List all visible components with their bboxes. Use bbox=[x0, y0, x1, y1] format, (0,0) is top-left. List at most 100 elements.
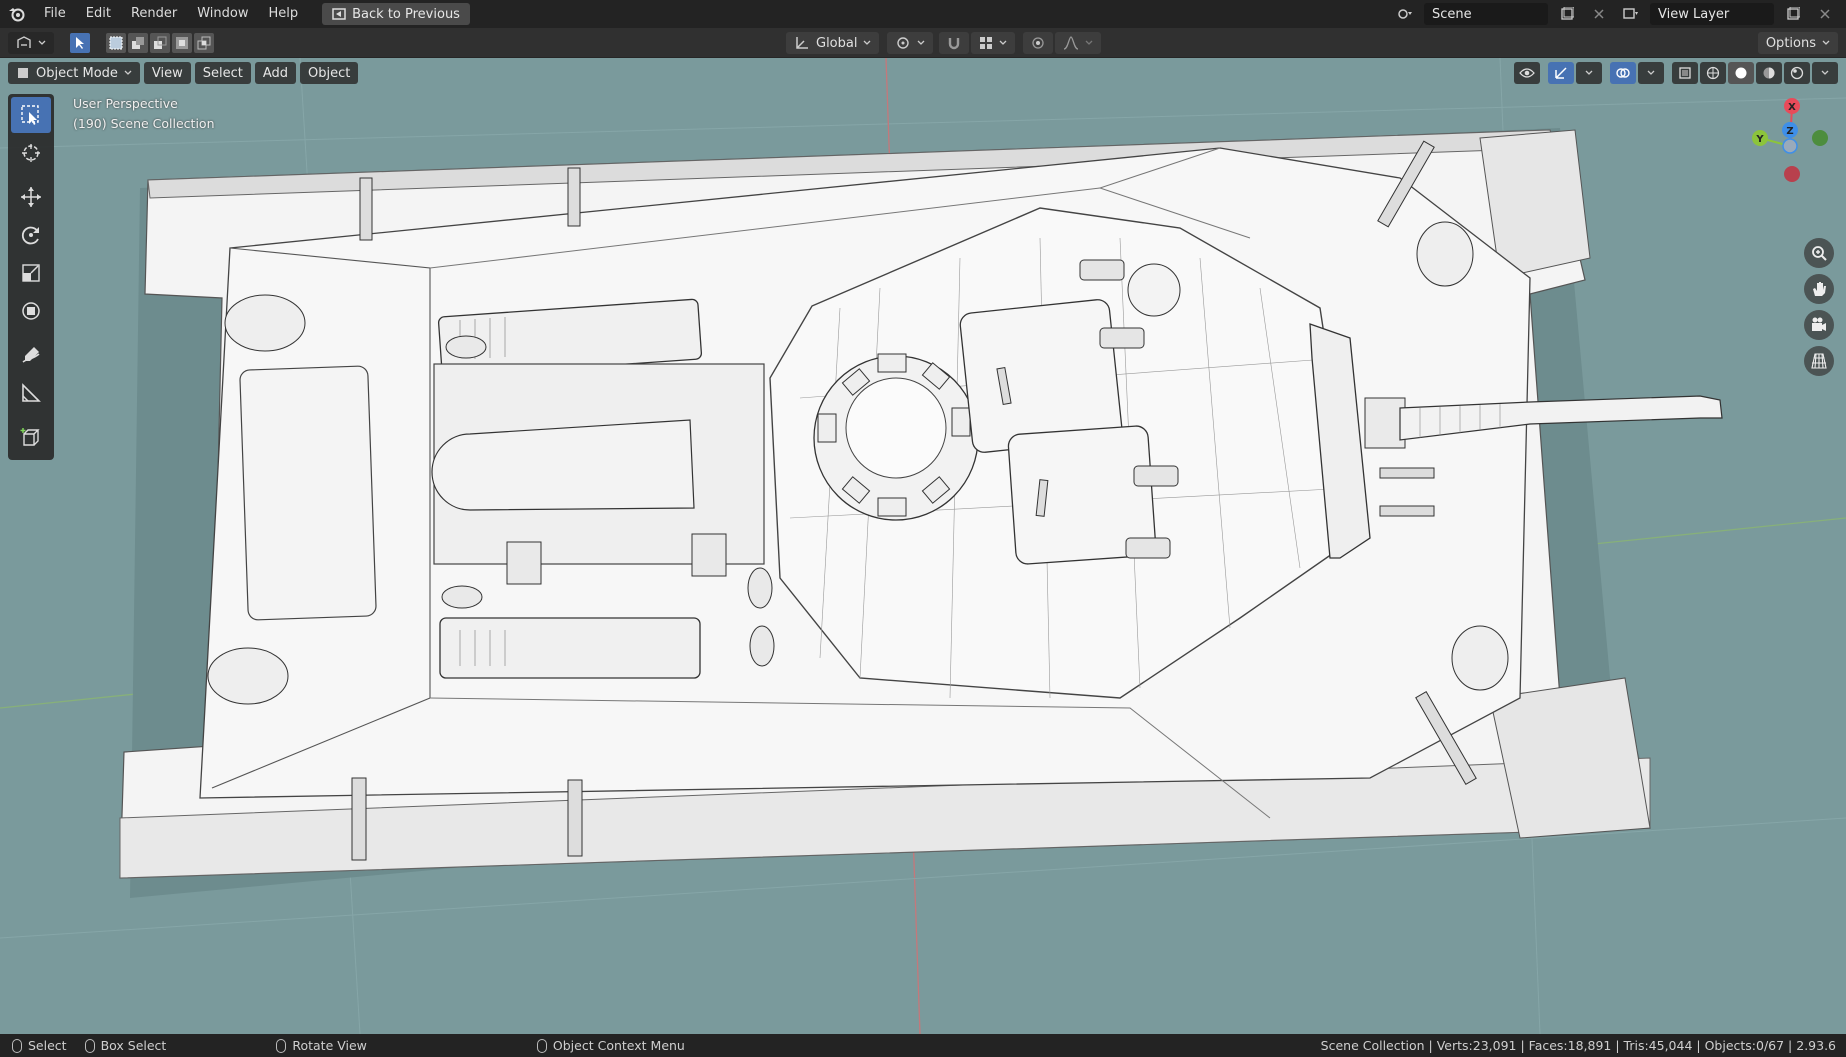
proportional-editing-toggle[interactable] bbox=[1023, 32, 1054, 54]
chevron-down-icon bbox=[1822, 40, 1830, 45]
object-menu[interactable]: Object bbox=[300, 62, 359, 84]
menu-edit[interactable]: Edit bbox=[76, 0, 121, 28]
transform-orientation-dropdown[interactable]: Global bbox=[786, 32, 880, 54]
new-scene-icon[interactable] bbox=[1554, 3, 1580, 25]
annotate-tool-icon[interactable] bbox=[11, 337, 51, 373]
back-to-previous-button[interactable]: Back to Previous bbox=[322, 3, 470, 25]
select-intersect-icon[interactable] bbox=[194, 33, 214, 53]
scene-viewlayer-selectors: Scene View Layer bbox=[1392, 0, 1846, 28]
select-new-icon[interactable] bbox=[106, 33, 126, 53]
drag-mouse-icon bbox=[84, 1038, 95, 1053]
gizmo-toggle-icon[interactable] bbox=[1548, 62, 1574, 84]
select-extend-icon[interactable] bbox=[128, 33, 148, 53]
overlays-toggle-icon[interactable] bbox=[1610, 62, 1636, 84]
blender-logo-icon[interactable] bbox=[0, 0, 34, 28]
menu-help[interactable]: Help bbox=[259, 0, 309, 28]
view-menu[interactable]: View bbox=[143, 62, 191, 84]
chevron-down-icon bbox=[38, 40, 46, 45]
options-dropdown[interactable]: Options bbox=[1757, 32, 1838, 54]
screen-back-icon bbox=[332, 8, 346, 20]
object-mode-label: Object Mode bbox=[36, 65, 118, 81]
magnet-icon bbox=[949, 38, 960, 50]
chevron-down-icon bbox=[1086, 40, 1093, 45]
solid-shading-icon[interactable] bbox=[1728, 62, 1754, 84]
cursor-tool-icon[interactable] bbox=[11, 135, 51, 171]
tweak-tool-icon[interactable] bbox=[70, 33, 90, 53]
wireframe-shading-icon[interactable] bbox=[1700, 62, 1726, 84]
chevron-down-icon bbox=[864, 40, 871, 45]
falloff-curve-icon bbox=[1064, 36, 1079, 50]
measure-tool-icon[interactable] bbox=[11, 375, 51, 411]
snap-target-dropdown[interactable] bbox=[971, 32, 1016, 54]
proportional-editing-icon bbox=[1032, 37, 1045, 49]
status-select: Select bbox=[12, 1038, 67, 1053]
overlays-dropdown-icon[interactable] bbox=[1638, 62, 1664, 84]
view-layer-browse-icon[interactable] bbox=[1618, 3, 1644, 25]
navigation-gizmo[interactable]: X Y Z bbox=[1736, 88, 1836, 188]
gizmo-neg-x[interactable] bbox=[1784, 166, 1800, 182]
move-tool-icon[interactable] bbox=[11, 179, 51, 215]
middle-mouse-icon bbox=[276, 1038, 287, 1053]
menu-file[interactable]: File bbox=[34, 0, 76, 28]
new-view-layer-icon[interactable] bbox=[1780, 3, 1806, 25]
snap-toggle[interactable] bbox=[939, 32, 970, 54]
pan-hand-icon[interactable] bbox=[1804, 274, 1834, 304]
zoom-icon[interactable] bbox=[1804, 238, 1834, 268]
delete-view-layer-icon[interactable] bbox=[1812, 3, 1838, 25]
options-group: Options bbox=[1757, 31, 1838, 55]
status-bar: Select Box Select Rotate View Object Con… bbox=[0, 1034, 1846, 1057]
delete-scene-icon[interactable] bbox=[1586, 3, 1612, 25]
add-menu[interactable]: Add bbox=[254, 62, 297, 84]
navigation-buttons bbox=[1804, 238, 1834, 376]
editor-type-button[interactable] bbox=[8, 32, 54, 54]
rotate-tool-icon[interactable] bbox=[11, 217, 51, 253]
back-to-previous-label: Back to Previous bbox=[352, 6, 460, 22]
object-mode-dropdown[interactable]: Object Mode bbox=[8, 62, 140, 84]
status-select-label: Select bbox=[28, 1038, 67, 1053]
status-context-menu: Object Context Menu bbox=[536, 1038, 685, 1053]
scene-statistics: Scene Collection | Verts:23,091 | Faces:… bbox=[1320, 1038, 1836, 1053]
view-layer-name-field[interactable]: View Layer bbox=[1650, 3, 1774, 25]
3d-viewport[interactable]: Object Mode View Select Add Object User … bbox=[0, 58, 1846, 1034]
right-mouse-icon bbox=[536, 1038, 547, 1053]
chevron-down-icon bbox=[1000, 40, 1007, 45]
menu-render[interactable]: Render bbox=[121, 0, 187, 28]
viewport-shading-controls bbox=[1514, 62, 1838, 84]
transform-settings-group: Global bbox=[786, 31, 1102, 55]
gizmo-neg-y[interactable] bbox=[1812, 130, 1828, 146]
transform-tool-icon[interactable] bbox=[11, 293, 51, 329]
xray-toggle-icon[interactable] bbox=[1672, 62, 1698, 84]
select-menu[interactable]: Select bbox=[194, 62, 251, 84]
orientation-axes-icon bbox=[796, 37, 808, 49]
status-box-select: Box Select bbox=[84, 1038, 166, 1053]
pivot-point-dropdown[interactable] bbox=[887, 32, 934, 54]
menu-window[interactable]: Window bbox=[187, 0, 258, 28]
gizmo-x-label: X bbox=[1788, 102, 1796, 113]
camera-view-icon[interactable] bbox=[1804, 310, 1834, 340]
scene-name-field[interactable]: Scene bbox=[1424, 3, 1548, 25]
add-cube-tool-icon[interactable] bbox=[11, 419, 51, 455]
gizmo-dropdown-icon[interactable] bbox=[1576, 62, 1602, 84]
scale-tool-icon[interactable] bbox=[11, 255, 51, 291]
gizmo-neg-z[interactable] bbox=[1782, 138, 1798, 154]
3d-viewport-icon bbox=[17, 36, 31, 48]
top-menubar: File Edit Render Window Help Back to Pre… bbox=[0, 0, 1846, 28]
collection-label: (190) Scene Collection bbox=[73, 116, 215, 131]
proportional-falloff-dropdown[interactable] bbox=[1055, 32, 1102, 54]
tank-model-render[interactable] bbox=[0, 58, 1846, 1034]
visibility-icon[interactable] bbox=[1514, 62, 1540, 84]
select-box-tool-icon[interactable] bbox=[11, 97, 51, 133]
select-subtract-icon[interactable] bbox=[150, 33, 170, 53]
status-rotate-view-label: Rotate View bbox=[292, 1038, 367, 1053]
snap-grid-icon bbox=[980, 37, 993, 49]
scene-browse-icon[interactable] bbox=[1392, 3, 1418, 25]
perspective-toggle-icon[interactable] bbox=[1804, 346, 1834, 376]
rendered-shading-icon[interactable] bbox=[1784, 62, 1810, 84]
pivot-icon bbox=[897, 37, 910, 49]
material-preview-icon[interactable] bbox=[1756, 62, 1782, 84]
tool-header: Global Options bbox=[0, 28, 1846, 58]
select-invert-icon[interactable] bbox=[172, 33, 192, 53]
status-rotate-view: Rotate View bbox=[276, 1038, 367, 1053]
object-mode-icon bbox=[18, 68, 28, 78]
shading-dropdown-icon[interactable] bbox=[1812, 62, 1838, 84]
